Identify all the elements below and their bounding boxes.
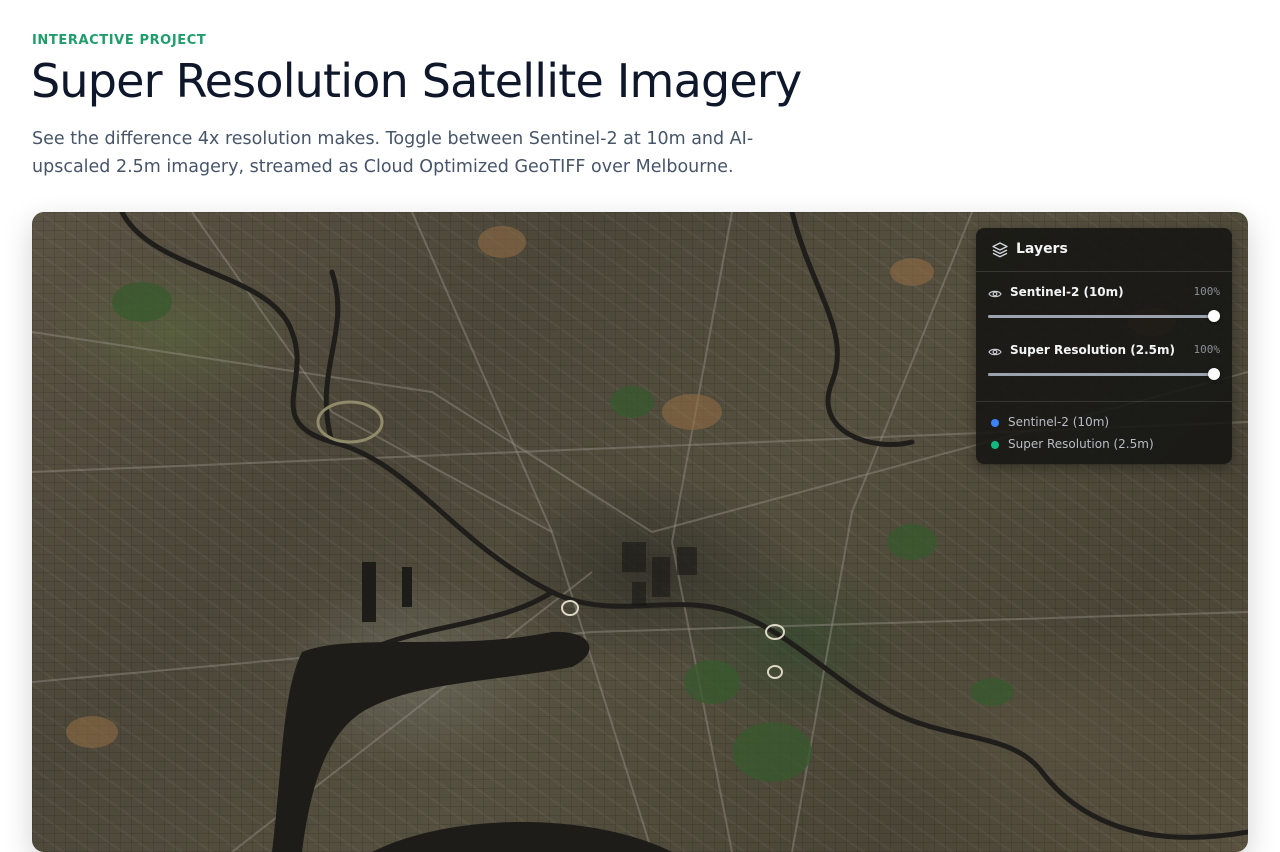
opacity-slider-thumb[interactable] [1208, 368, 1220, 380]
layers-panel: Layers Sentinel-2 (10m) 100% Super Resol… [976, 228, 1232, 464]
eye-icon[interactable] [988, 287, 1002, 301]
layers-icon [992, 242, 1008, 258]
page-title: Super Resolution Satellite Imagery [31, 54, 802, 108]
opacity-slider-thumb[interactable] [1208, 310, 1220, 322]
opacity-slider-fill [988, 373, 1214, 376]
layer-name: Sentinel-2 (10m) [1010, 285, 1124, 299]
layer-name: Super Resolution (2.5m) [1010, 343, 1175, 357]
legend-label: Sentinel-2 (10m) [1008, 415, 1110, 429]
layer-row-super-resolution: Super Resolution (2.5m) 100% [976, 343, 1232, 395]
legend-dot [991, 419, 999, 427]
legend-dot [991, 441, 999, 449]
opacity-slider[interactable] [988, 368, 1220, 380]
layers-panel-title: Layers [1016, 241, 1068, 257]
project-eyebrow: INTERACTIVE PROJECT [32, 33, 207, 48]
layers-panel-header: Layers [976, 228, 1232, 272]
layer-opacity-value: 100% [1193, 343, 1221, 356]
opacity-slider[interactable] [988, 310, 1220, 322]
eye-icon[interactable] [988, 345, 1002, 359]
layer-opacity-value: 100% [1193, 285, 1221, 298]
legend-label: Super Resolution (2.5m) [1008, 437, 1154, 451]
page-description: See the difference 4x resolution makes. … [32, 129, 754, 177]
layer-row-sentinel2: Sentinel-2 (10m) 100% [976, 285, 1232, 337]
layers-legend: Sentinel-2 (10m) Super Resolution (2.5m) [976, 401, 1232, 465]
opacity-slider-fill [988, 315, 1214, 318]
